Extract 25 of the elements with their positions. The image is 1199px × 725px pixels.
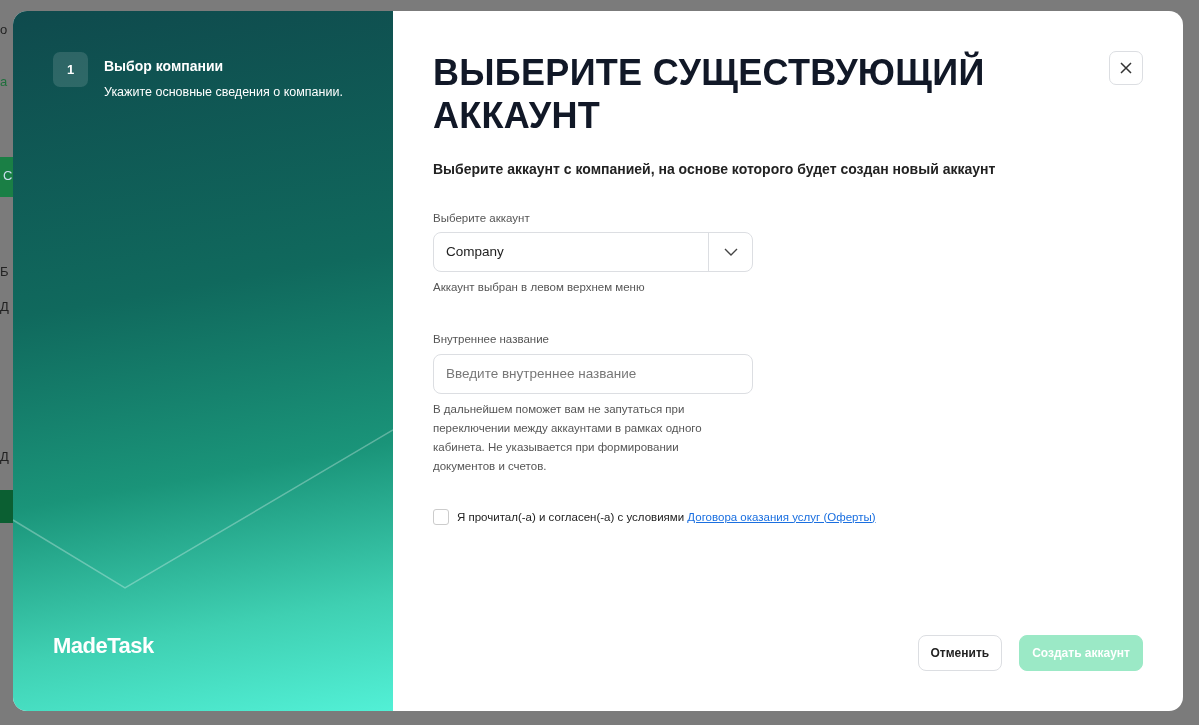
background-text: о [0,22,8,38]
background-bar [0,490,13,523]
field-label: Выберите аккаунт [433,211,531,226]
chevron-down-icon [723,248,738,257]
logo: MadeTask [53,633,154,658]
checkbox[interactable] [433,509,449,526]
field-hint: В дальнейшем поможет вам не запутаться при переключении между аккаунтами в рамках одного кабинета. Не указывается при формировании документов и счетов. [433,401,703,474]
field-hint: Аккаунт выбран в левом верхнем меню [433,280,646,296]
dialog-title: ВЫБЕРИТЕ СУЩЕСТВУЮЩИЙ АККАУНТ [433,51,986,137]
close-icon [1119,61,1133,75]
account-select[interactable]: Company [433,232,753,273]
agreement-text: Я прочитал(-а) и согласен(-а) с условиями Договора оказания услуг (Оферты) [457,509,876,525]
close-button[interactable] [1109,51,1143,85]
background-text: Д [0,449,9,465]
cancel-button[interactable]: Отменить [917,635,1003,671]
background-text: Д [0,299,9,315]
input-field[interactable]: Введите внутреннее название [433,353,753,394]
background-text: Б [0,264,9,280]
dialog-subtitle: Выберите аккаунт с компанией, на основе которого будет создан новый аккаунт [433,160,997,179]
step-title: Выбор компании [104,57,225,76]
step-number: 1 [53,52,88,87]
terms-link[interactable]: Договора оказания услуг (Оферты) [687,510,876,523]
field-label: Внутреннее название [433,332,550,348]
step-description: Укажите основные сведения о компании. [104,84,343,101]
background-button[interactable]: С [0,157,13,197]
